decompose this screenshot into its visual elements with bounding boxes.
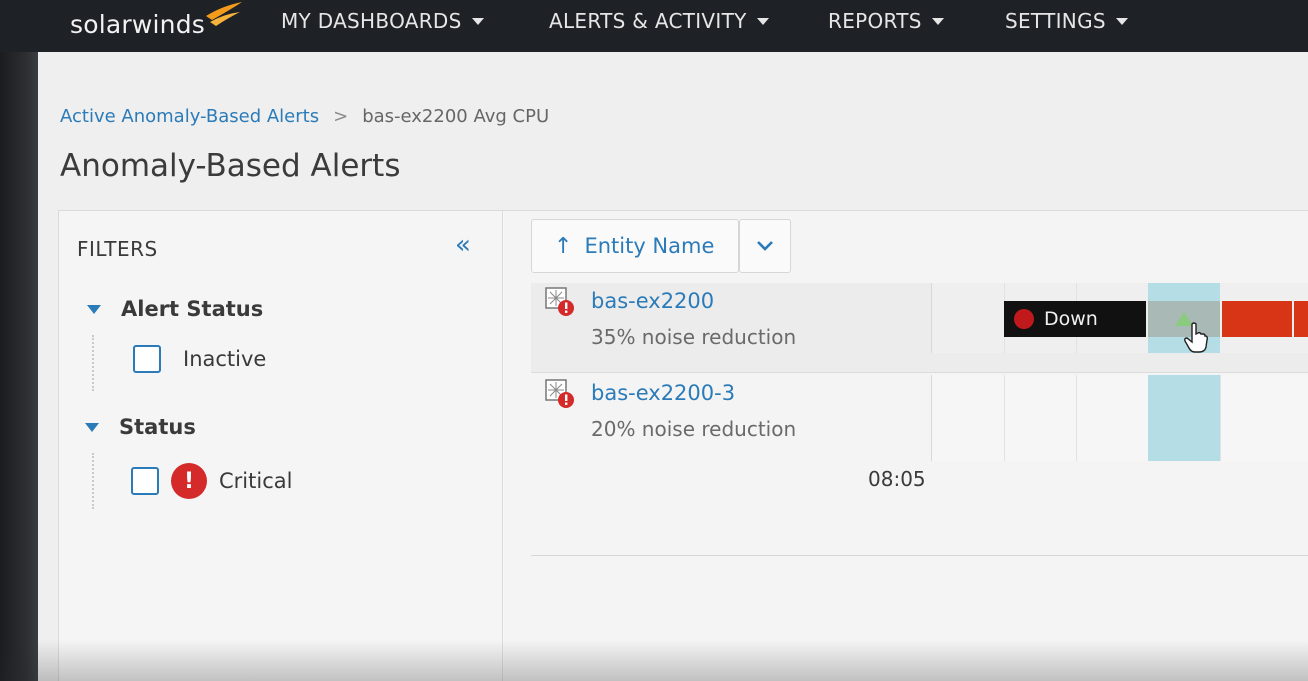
hand-cursor-icon bbox=[1184, 322, 1208, 353]
status-down-label: Down bbox=[1044, 308, 1098, 330]
divider bbox=[531, 555, 1308, 556]
nav-reports-label: REPORTS bbox=[828, 9, 922, 33]
arrow-up-icon: ↑ bbox=[554, 233, 573, 259]
entity-name-link[interactable]: bas-ex2200 bbox=[591, 289, 714, 313]
filter-group-alert-status[interactable]: Alert Status bbox=[87, 297, 263, 321]
triangle-down-icon bbox=[85, 422, 99, 432]
filter-group-label: Status bbox=[119, 415, 196, 439]
critical-checkbox[interactable] bbox=[131, 467, 159, 495]
filters-sidebar: FILTERS « Alert Status Inactive Status !… bbox=[59, 211, 503, 681]
nav-reports[interactable]: REPORTS bbox=[828, 0, 944, 42]
noise-reduction-text: 35% noise reduction bbox=[591, 325, 797, 349]
monitor-bezel bbox=[0, 52, 38, 681]
breadcrumb-link-active-alerts[interactable]: Active Anomaly-Based Alerts bbox=[60, 106, 319, 127]
collapse-filters-icon[interactable]: « bbox=[455, 232, 477, 258]
entity-name-link[interactable]: bas-ex2200-3 bbox=[591, 381, 735, 405]
caret-down-icon bbox=[471, 17, 484, 25]
nav-alerts-activity[interactable]: ALERTS & ACTIVITY bbox=[549, 0, 769, 42]
caret-down-icon bbox=[931, 17, 944, 25]
chevron-down-icon bbox=[757, 241, 773, 251]
page-title: Anomaly-Based Alerts bbox=[60, 148, 401, 184]
filter-option-label: Critical bbox=[219, 469, 293, 493]
status-down-segment[interactable]: Down bbox=[1004, 301, 1146, 337]
sort-options-dropdown[interactable] bbox=[739, 219, 791, 273]
breadcrumb-separator: > bbox=[333, 106, 349, 127]
timeline-highlight bbox=[1148, 375, 1220, 461]
critical-icon: ! bbox=[171, 463, 207, 499]
top-nav-bar: solarwinds MY DASHBOARDS ALERTS & ACTIVI… bbox=[0, 0, 1308, 52]
alert-segment[interactable] bbox=[1294, 301, 1308, 337]
filter-group-label: Alert Status bbox=[121, 297, 264, 321]
sort-entity-name-button[interactable]: ↑ Entity Name bbox=[531, 219, 739, 273]
timeline-time-label: 08:05 bbox=[868, 467, 926, 491]
filter-option-inactive[interactable]: Inactive bbox=[133, 345, 266, 373]
timeline-gridline bbox=[1220, 375, 1221, 461]
triangle-down-icon bbox=[87, 304, 101, 314]
alert-timeline: Down bbox=[931, 283, 1308, 353]
down-status-icon bbox=[1014, 309, 1034, 329]
filter-group-status[interactable]: Status bbox=[85, 415, 196, 439]
breadcrumb: Active Anomaly-Based Alerts > bas-ex2200… bbox=[60, 106, 549, 127]
entity-list: ↑ Entity Name bas-ex2200 35% noise reduc… bbox=[504, 211, 1308, 681]
network-device-alert-icon bbox=[545, 287, 574, 316]
page-content: Active Anomaly-Based Alerts > bas-ex2200… bbox=[38, 52, 1308, 681]
solarwinds-logo[interactable]: solarwinds bbox=[70, 2, 242, 40]
alert-timeline bbox=[931, 375, 1308, 461]
sort-label: Entity Name bbox=[584, 234, 715, 258]
network-device-alert-icon bbox=[545, 379, 574, 408]
timeline-gridline bbox=[1004, 375, 1005, 461]
inactive-checkbox[interactable] bbox=[133, 345, 161, 373]
brand-name: solarwinds bbox=[70, 10, 205, 39]
table-row[interactable]: bas-ex2200-3 20% noise reduction bbox=[531, 375, 1308, 461]
noise-reduction-text: 20% noise reduction bbox=[591, 417, 797, 441]
alert-segment[interactable] bbox=[1222, 301, 1292, 337]
tree-guide-line bbox=[92, 453, 94, 509]
filter-option-label: Inactive bbox=[183, 347, 267, 371]
nav-settings-label: SETTINGS bbox=[1005, 9, 1106, 33]
timeline-gridline bbox=[1076, 375, 1077, 461]
caret-down-icon bbox=[1115, 17, 1128, 25]
alerts-panel: FILTERS « Alert Status Inactive Status !… bbox=[58, 210, 1308, 681]
caret-down-icon bbox=[756, 17, 769, 25]
tree-guide-line bbox=[92, 335, 94, 391]
nav-alerts-activity-label: ALERTS & ACTIVITY bbox=[549, 9, 747, 33]
nav-settings[interactable]: SETTINGS bbox=[1005, 0, 1128, 42]
filters-title: FILTERS bbox=[77, 237, 158, 261]
solarwinds-logo-icon bbox=[206, 2, 242, 26]
nav-my-dashboards[interactable]: MY DASHBOARDS bbox=[281, 0, 484, 42]
filter-option-critical[interactable]: ! Critical bbox=[131, 463, 292, 499]
breadcrumb-current: bas-ex2200 Avg CPU bbox=[362, 106, 550, 127]
nav-my-dashboards-label: MY DASHBOARDS bbox=[281, 9, 462, 33]
